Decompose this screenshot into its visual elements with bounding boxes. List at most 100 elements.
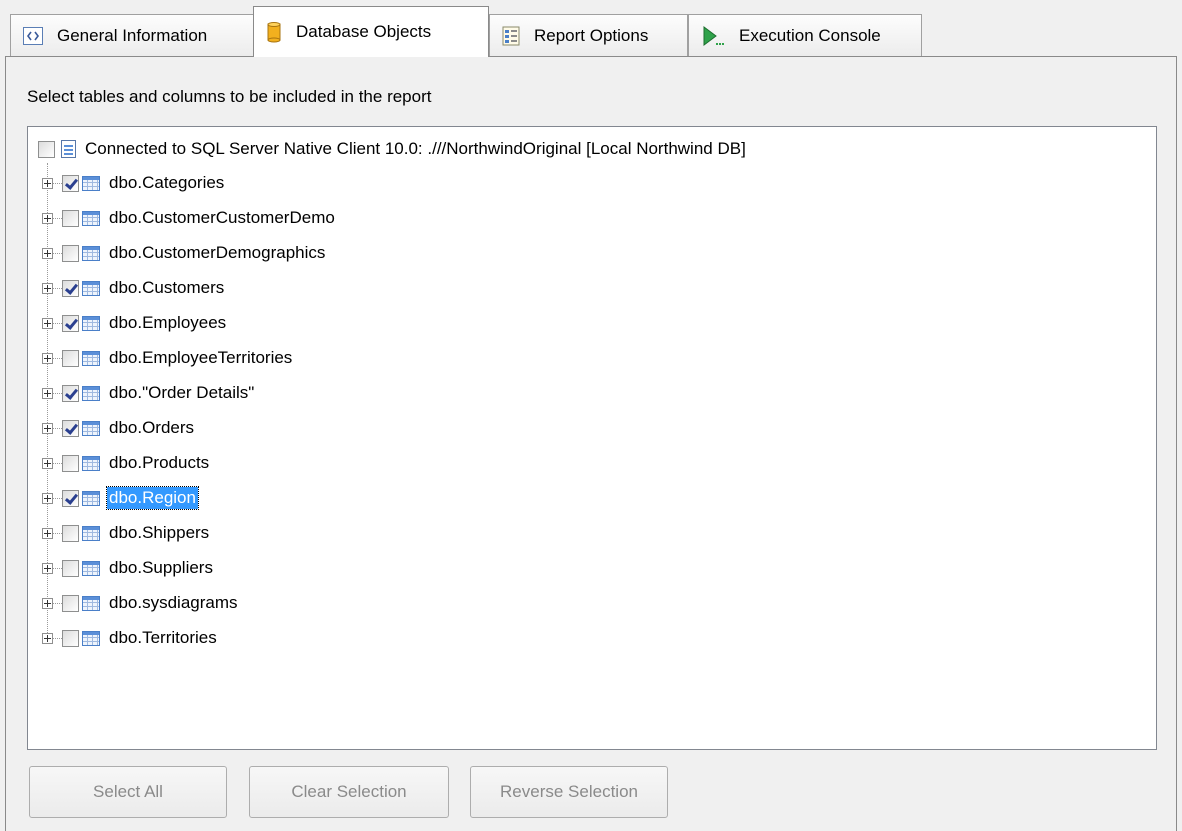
reverse-selection-button[interactable]: Reverse Selection bbox=[470, 766, 668, 818]
expand-icon[interactable] bbox=[42, 632, 53, 644]
node-checkbox[interactable] bbox=[62, 279, 79, 297]
tree-root-node[interactable]: Connected to SQL Server Native Client 10… bbox=[38, 137, 748, 161]
tab-label: Execution Console bbox=[739, 25, 881, 45]
table-icon bbox=[82, 245, 100, 261]
database-cylinder-icon bbox=[266, 21, 282, 43]
table-icon bbox=[82, 175, 100, 191]
node-checkbox[interactable] bbox=[62, 559, 79, 577]
table-icon bbox=[82, 385, 100, 401]
table-icon bbox=[82, 525, 100, 541]
node-checkbox[interactable] bbox=[62, 209, 79, 227]
node-checkbox[interactable] bbox=[62, 384, 79, 402]
tree-connector bbox=[53, 182, 62, 184]
tree-node-label: dbo.Customers bbox=[109, 278, 225, 297]
node-checkbox[interactable] bbox=[62, 489, 79, 507]
tree-connector bbox=[53, 427, 62, 429]
tab-execution-console[interactable]: Execution Console bbox=[688, 14, 922, 56]
tree-node-label: dbo.Employees bbox=[109, 313, 227, 332]
tree-node-label: dbo.Categories bbox=[109, 173, 225, 192]
node-checkbox[interactable] bbox=[62, 244, 79, 262]
tab-report-options[interactable]: Report Options bbox=[489, 14, 688, 56]
node-checkbox[interactable] bbox=[62, 629, 79, 647]
table-icon bbox=[82, 560, 100, 576]
tree-node-customers[interactable]: dbo.Customers bbox=[42, 276, 226, 300]
tree-node-suppliers[interactable]: dbo.Suppliers bbox=[42, 556, 215, 580]
expand-icon[interactable] bbox=[42, 282, 53, 294]
expand-icon[interactable] bbox=[42, 247, 53, 259]
table-icon bbox=[82, 455, 100, 471]
tree-node-customercustomerdemo[interactable]: dbo.CustomerCustomerDemo bbox=[42, 206, 337, 230]
expand-icon[interactable] bbox=[42, 597, 53, 609]
expand-icon[interactable] bbox=[42, 562, 53, 574]
tree-connector bbox=[53, 322, 62, 324]
tree-connector bbox=[53, 462, 62, 464]
tab-label: Database Objects bbox=[296, 22, 432, 41]
node-checkbox[interactable] bbox=[62, 419, 79, 437]
tree-connector bbox=[53, 252, 62, 254]
node-checkbox[interactable] bbox=[62, 454, 79, 472]
node-checkbox[interactable] bbox=[62, 594, 79, 612]
tree-connector bbox=[53, 567, 62, 569]
tree-connector bbox=[53, 497, 62, 499]
console-run-icon bbox=[701, 25, 725, 47]
tree-node-customerdemographics[interactable]: dbo.CustomerDemographics bbox=[42, 241, 327, 265]
tree-node-territories[interactable]: dbo.Territories bbox=[42, 626, 219, 650]
expand-icon[interactable] bbox=[42, 352, 53, 364]
tree-connector bbox=[53, 392, 62, 394]
expand-icon[interactable] bbox=[42, 177, 53, 189]
node-checkbox[interactable] bbox=[62, 314, 79, 332]
table-icon bbox=[82, 210, 100, 226]
root-checkbox[interactable] bbox=[38, 140, 55, 158]
tree-node-label: dbo.CustomerCustomerDemo bbox=[109, 208, 335, 227]
tree-node-label: dbo.Shippers bbox=[109, 523, 210, 542]
tree-node-label: dbo.sysdiagrams bbox=[109, 593, 238, 612]
expand-icon[interactable] bbox=[42, 317, 53, 329]
expand-icon[interactable] bbox=[42, 457, 53, 469]
tab-strip: General Information Database Objects Rep bbox=[0, 0, 1182, 57]
database-connection-icon bbox=[61, 140, 76, 158]
tab-general-information[interactable]: General Information bbox=[10, 14, 254, 56]
select-all-button[interactable]: Select All bbox=[29, 766, 227, 818]
tree-node-products[interactable]: dbo.Products bbox=[42, 451, 211, 475]
tree-node-label: dbo."Order Details" bbox=[109, 383, 255, 402]
node-checkbox[interactable] bbox=[62, 524, 79, 542]
clear-selection-button[interactable]: Clear Selection bbox=[249, 766, 449, 818]
tree-node-label: dbo.EmployeeTerritories bbox=[109, 348, 293, 367]
tree-connector bbox=[53, 217, 62, 219]
tree-connector bbox=[53, 357, 62, 359]
tab-database-objects[interactable]: Database Objects bbox=[253, 6, 489, 57]
expand-icon[interactable] bbox=[42, 527, 53, 539]
tab-label: Report Options bbox=[534, 25, 649, 45]
table-icon bbox=[82, 350, 100, 366]
tree-connector bbox=[53, 602, 62, 604]
expand-icon[interactable] bbox=[42, 492, 53, 504]
node-checkbox[interactable] bbox=[62, 349, 79, 367]
expand-icon[interactable] bbox=[42, 387, 53, 399]
table-icon bbox=[82, 490, 100, 506]
table-icon bbox=[82, 630, 100, 646]
tree-node-label: dbo.Orders bbox=[109, 418, 195, 437]
node-checkbox[interactable] bbox=[62, 174, 79, 192]
tree-node-label: dbo.Region bbox=[106, 486, 199, 510]
table-icon bbox=[82, 315, 100, 331]
tree-node-orders[interactable]: dbo.Orders bbox=[42, 416, 196, 440]
report-options-icon bbox=[502, 26, 520, 46]
tree-node-label: dbo.Products bbox=[109, 453, 210, 472]
tree-node-employees[interactable]: dbo.Employees bbox=[42, 311, 228, 335]
tree-node-order-details[interactable]: dbo."Order Details" bbox=[42, 381, 256, 405]
tree-connector bbox=[53, 637, 62, 639]
tree-connector bbox=[53, 532, 62, 534]
tree-node-sysdiagrams[interactable]: dbo.sysdiagrams bbox=[42, 591, 240, 615]
tree-node-employeeterritories[interactable]: dbo.EmployeeTerritories bbox=[42, 346, 294, 370]
tree-node-label: Connected to SQL Server Native Client 10… bbox=[85, 139, 746, 158]
expand-icon[interactable] bbox=[42, 422, 53, 434]
database-objects-tree[interactable]: Connected to SQL Server Native Client 10… bbox=[27, 126, 1157, 750]
tree-node-region[interactable]: dbo.Region bbox=[42, 486, 199, 510]
instruction-text: Select tables and columns to be included… bbox=[27, 87, 432, 106]
expand-icon[interactable] bbox=[42, 212, 53, 224]
table-icon bbox=[82, 595, 100, 611]
tree-node-label: dbo.CustomerDemographics bbox=[109, 243, 326, 262]
tree-node-categories[interactable]: dbo.Categories bbox=[42, 171, 226, 195]
table-icon bbox=[82, 280, 100, 296]
tree-node-shippers[interactable]: dbo.Shippers bbox=[42, 521, 211, 545]
